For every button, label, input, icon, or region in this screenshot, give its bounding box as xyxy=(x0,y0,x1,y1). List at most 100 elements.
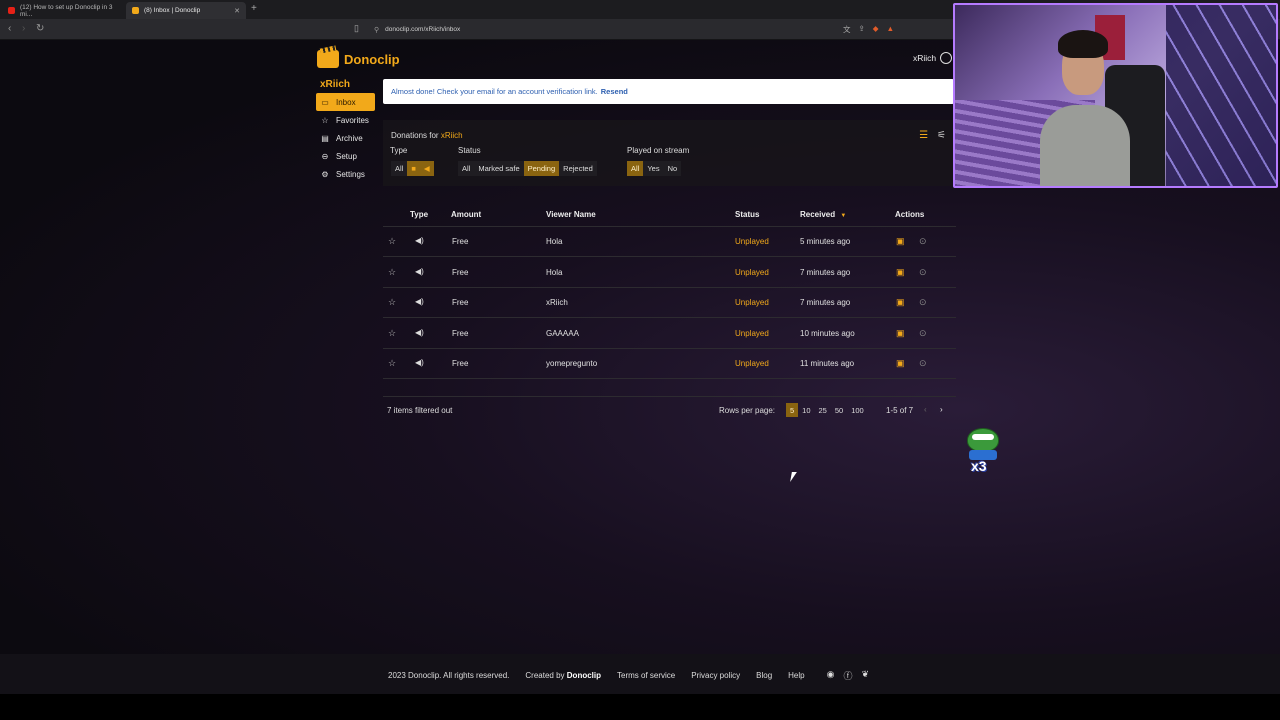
url-field[interactable]: ⚲ donoclip.com/xRiich/inbox xyxy=(370,22,910,37)
more-options-icon[interactable]: ⊙ xyxy=(919,297,927,308)
help-link[interactable]: Help xyxy=(788,671,804,680)
tune-icon[interactable]: ⚟ xyxy=(937,130,946,141)
status-filter: All Marked safe Pending Rejected xyxy=(458,161,597,176)
speaker-icon: ◀) xyxy=(415,358,424,367)
table-row[interactable]: ☆ ◀) Free GAAAAA Unplayed 10 minutes ago… xyxy=(383,319,956,349)
previous-page-icon[interactable]: ‹ xyxy=(924,405,927,414)
column-received[interactable]: Received ▼ xyxy=(800,210,846,219)
more-options-icon[interactable]: ⊙ xyxy=(919,236,927,247)
status-all-chip[interactable]: All xyxy=(458,161,475,176)
column-amount[interactable]: Amount xyxy=(451,210,481,219)
rows-per-page-50[interactable]: 50 xyxy=(831,403,847,417)
archive-icon: ▤ xyxy=(321,133,329,143)
user-menu[interactable]: xRiich xyxy=(913,52,953,64)
rows-per-page-25[interactable]: 25 xyxy=(815,403,831,417)
speaker-icon: ◀) xyxy=(415,328,424,337)
favorite-star-icon[interactable]: ☆ xyxy=(388,267,396,278)
sidebar-item-settings[interactable]: ⚙ Settings xyxy=(316,165,376,183)
type-filter-label: Type xyxy=(390,146,408,155)
play-on-stream-icon[interactable]: ▣ xyxy=(896,236,905,247)
status-cell: Unplayed xyxy=(735,298,769,307)
brave-rewards-icon[interactable]: ▲ xyxy=(887,24,894,35)
privacy-link[interactable]: Privacy policy xyxy=(691,671,740,680)
status-pending-chip[interactable]: Pending xyxy=(523,161,560,176)
status-cell: Unplayed xyxy=(735,359,769,368)
site-info-icon[interactable]: ⚲ xyxy=(374,26,379,34)
table-header: Type Amount Viewer Name Status Received … xyxy=(383,205,956,227)
rows-per-page-100[interactable]: 100 xyxy=(847,403,868,417)
video-icon[interactable]: ■ xyxy=(407,161,420,176)
next-page-icon[interactable]: › xyxy=(940,405,943,414)
created-by-link[interactable]: Donoclip xyxy=(567,671,601,680)
played-all-chip[interactable]: All xyxy=(627,161,644,176)
filter-icon[interactable]: ☰ xyxy=(919,130,928,141)
browser-tab-youtube[interactable]: (12) How to set up Donoclip in 3 mi... xyxy=(2,2,124,19)
share-icon[interactable]: ⇪ xyxy=(859,24,865,35)
received-cell: 7 minutes ago xyxy=(800,298,851,307)
more-options-icon[interactable]: ⊙ xyxy=(919,328,927,339)
sidebar-item-archive[interactable]: ▤ Archive xyxy=(316,129,376,147)
brave-shields-icon[interactable]: ◆ xyxy=(873,24,879,35)
sidebar-item-inbox[interactable]: ▭ Inbox xyxy=(316,93,375,111)
rows-per-page-5[interactable]: 5 xyxy=(786,403,799,417)
table-row[interactable]: ☆ ◀) Free yomepregunto Unplayed 11 minut… xyxy=(383,349,956,379)
streamer-body xyxy=(1040,105,1130,186)
table-row[interactable]: ☆ ◀) Free Hola Unplayed 7 minutes ago ▣ … xyxy=(383,258,956,288)
play-on-stream-icon[interactable]: ▣ xyxy=(896,328,905,339)
social-links: ◉ ⓕ ❦ xyxy=(827,669,869,682)
audio-icon[interactable]: ◀ xyxy=(419,161,434,176)
bookmark-icon[interactable]: ▯ xyxy=(354,23,359,34)
sidebar-item-favorites[interactable]: ☆ Favorites xyxy=(316,111,376,129)
amount-cell: Free xyxy=(452,298,469,307)
donations-for-heading: Donations for xRiich xyxy=(391,131,463,140)
url-text: donoclip.com/xRiich/inbox xyxy=(385,26,461,33)
new-tab-icon[interactable]: + xyxy=(251,3,257,14)
avatar-icon xyxy=(940,52,953,64)
status-marked-safe-chip[interactable]: Marked safe xyxy=(474,161,524,176)
column-viewer-name[interactable]: Viewer Name xyxy=(546,210,596,219)
played-yes-chip[interactable]: Yes xyxy=(643,161,664,176)
translate-icon[interactable]: 文 xyxy=(843,24,851,35)
column-type[interactable]: Type xyxy=(410,210,428,219)
column-received-label: Received xyxy=(800,210,836,219)
play-on-stream-icon[interactable]: ▣ xyxy=(896,267,905,278)
donoclip-logo[interactable]: Donoclip xyxy=(317,50,400,68)
viewer-cell: xRiich xyxy=(546,298,568,307)
table-row[interactable]: ☆ ◀) Free Hola Unplayed 5 minutes ago ▣ … xyxy=(383,227,956,257)
close-tab-icon[interactable]: ✕ xyxy=(234,7,240,15)
twitter-icon[interactable]: ❦ xyxy=(861,669,869,682)
browser-tab-inbox[interactable]: (8) Inbox | Donoclip ✕ xyxy=(126,2,246,19)
blog-link[interactable]: Blog xyxy=(756,671,772,680)
play-on-stream-icon[interactable]: ▣ xyxy=(896,358,905,369)
sidebar: ▭ Inbox ☆ Favorites ▤ Archive ⊖ Setup ⚙ … xyxy=(316,93,376,183)
amount-cell: Free xyxy=(452,268,469,277)
sidebar-item-setup[interactable]: ⊖ Setup xyxy=(316,147,376,165)
discord-icon[interactable]: ◉ xyxy=(827,669,835,682)
forward-icon[interactable]: › xyxy=(22,23,25,34)
type-all-chip[interactable]: All xyxy=(391,161,408,176)
reload-icon[interactable]: ↻ xyxy=(36,23,44,34)
rows-per-page-10[interactable]: 10 xyxy=(798,403,814,417)
status-rejected-chip[interactable]: Rejected xyxy=(559,161,597,176)
type-filter: All ■ ◀ xyxy=(391,161,434,176)
speaker-icon: ◀) xyxy=(415,236,424,245)
brand-name: Donoclip xyxy=(344,51,400,67)
back-icon[interactable]: ‹ xyxy=(8,23,11,34)
favorite-star-icon[interactable]: ☆ xyxy=(388,236,396,247)
more-options-icon[interactable]: ⊙ xyxy=(919,267,927,278)
favorite-star-icon[interactable]: ☆ xyxy=(388,358,396,369)
favorite-star-icon[interactable]: ☆ xyxy=(388,297,396,308)
sidebar-item-label: Settings xyxy=(336,169,365,179)
filter-panel: Donations for xRiich Type All ■ ◀ Status… xyxy=(383,120,954,186)
filter-actions: ☰ ⚟ xyxy=(919,130,946,141)
favorite-star-icon[interactable]: ☆ xyxy=(388,328,396,339)
table-row[interactable]: ☆ ◀) Free xRiich Unplayed 7 minutes ago … xyxy=(383,288,956,318)
column-status[interactable]: Status xyxy=(735,210,759,219)
resend-link[interactable]: Resend xyxy=(601,87,628,96)
play-on-stream-icon[interactable]: ▣ xyxy=(896,297,905,308)
facebook-icon[interactable]: ⓕ xyxy=(843,669,852,682)
more-options-icon[interactable]: ⊙ xyxy=(919,358,927,369)
terms-link[interactable]: Terms of service xyxy=(617,671,675,680)
created-by: Created by Donoclip xyxy=(525,671,601,680)
played-no-chip[interactable]: No xyxy=(663,161,682,176)
